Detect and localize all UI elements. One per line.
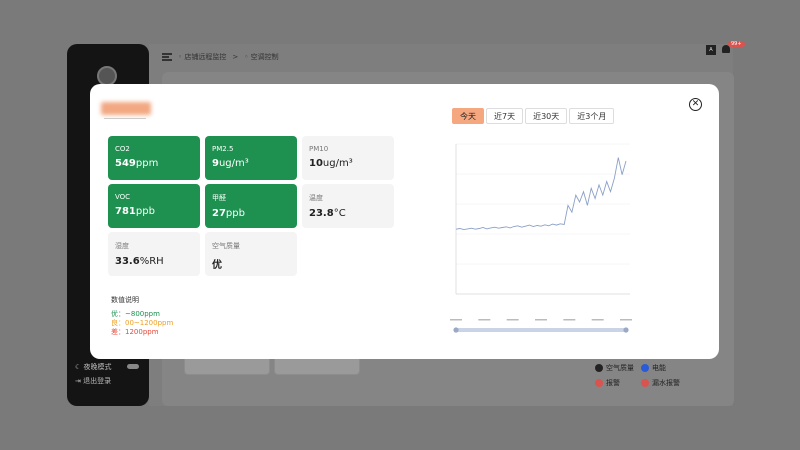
sensor-label: 空气质量 <box>212 242 240 250</box>
sensor-value: 10ug/m³ <box>309 158 387 169</box>
sensor-label: CO2 <box>115 145 130 153</box>
logout-item[interactable]: ⇥ 退出登录 <box>75 376 111 386</box>
sensor-tile: 湿度 33.6%RH <box>108 232 200 276</box>
legend-item[interactable]: 漏水报警 <box>641 378 691 388</box>
device-legend: 空气质量 电能 报警 漏水报警 <box>595 363 691 388</box>
title-underline <box>104 118 146 119</box>
x-tick-label <box>591 319 604 321</box>
language-icon[interactable]: A <box>706 45 716 55</box>
air-quality-modal: ✕ CO2 549ppm PM2.5 9ug/m³ PM10 10ug/m³ VOC 781p… <box>90 84 719 359</box>
trend-chart <box>450 143 632 333</box>
chart-grid <box>456 143 630 295</box>
sensor-tile: VOC 781ppb <box>108 184 200 228</box>
x-tick-label <box>563 319 576 321</box>
sensor-tile: 温度 23.8°C <box>302 184 394 228</box>
breadcrumb-item-store[interactable]: ◦ 店铺远程监控 <box>178 52 226 62</box>
x-tick-label <box>535 319 547 321</box>
sensor-number: 优 <box>212 260 222 271</box>
sensor-label: VOC <box>115 193 131 201</box>
sensor-value: 27ppb <box>212 208 290 219</box>
avatar[interactable] <box>97 66 117 86</box>
sensor-unit: ppb <box>225 208 245 219</box>
tab-today[interactable]: 今天 <box>452 108 484 124</box>
x-tick-label <box>620 319 632 321</box>
series-line <box>455 157 627 231</box>
moon-icon: ☾ <box>75 363 84 371</box>
breadcrumb-item-ac[interactable]: ◦ 空调控制 <box>244 52 278 62</box>
close-button[interactable]: ✕ <box>689 98 702 111</box>
zoom-handle-right[interactable] <box>623 327 629 333</box>
sensor-value: 9ug/m³ <box>212 158 290 169</box>
sensor-number: 549 <box>115 158 136 169</box>
x-ticks <box>450 319 632 321</box>
notification-badge: 99+ <box>728 41 745 47</box>
legend-item[interactable]: 空气质量 <box>595 363 641 373</box>
sensor-unit: %RH <box>139 256 164 267</box>
sensor-tile: 空气质量优 <box>205 232 297 276</box>
sensor-number: 10 <box>309 158 323 169</box>
sensor-tile: CO2 549ppm <box>108 136 200 180</box>
sensor-unit: ug/m³ <box>218 158 249 169</box>
tab-3-months[interactable]: 近3个月 <box>569 108 615 124</box>
logout-icon: ⇥ <box>75 377 84 385</box>
air-quality-icon <box>595 364 603 372</box>
sensor-number: 23.8 <box>309 208 334 219</box>
sensor-label: PM2.5 <box>212 145 234 153</box>
sensor-unit: ppm <box>135 158 159 169</box>
sensor-tile: PM10 10ug/m³ <box>302 136 394 180</box>
sensor-value: 优 <box>212 256 290 271</box>
sensor-label: 湿度 <box>115 242 129 250</box>
logout-label: 退出登录 <box>83 377 112 385</box>
sensor-label: 温度 <box>309 194 323 202</box>
sensor-unit: ug/m³ <box>322 158 353 169</box>
breadcrumb: ◦ 店铺远程监控 > ◦ 空调控制 <box>162 50 279 64</box>
sensor-number: 33.6 <box>115 256 140 267</box>
sensor-unit: ppb <box>135 206 155 217</box>
x-tick-label <box>506 319 519 321</box>
sensor-number: 781 <box>115 206 136 217</box>
description-poor: 差：1200ppm <box>111 328 159 336</box>
x-tick-label <box>450 319 462 321</box>
legend-item[interactable]: 电能 <box>641 363 691 373</box>
alarm-icon <box>595 379 603 387</box>
breadcrumb-separator: > <box>232 53 239 61</box>
notification-button[interactable]: 99+ <box>722 41 745 55</box>
range-tabs: 今天 近7天 近30天 近3个月 <box>452 108 615 124</box>
sensor-value: 549ppm <box>115 158 193 169</box>
sensor-value: 23.8°C <box>309 208 387 219</box>
sensor-number: 9 <box>212 158 219 169</box>
night-mode-toggle[interactable] <box>127 364 139 369</box>
power-icon <box>641 364 649 372</box>
sensor-label: PM10 <box>309 145 329 153</box>
night-mode-item[interactable]: ☾ 夜晚模式 <box>75 362 145 372</box>
water-leak-icon <box>641 379 649 387</box>
sensor-value: 33.6%RH <box>115 256 193 267</box>
tab-30-days[interactable]: 近30天 <box>525 108 568 124</box>
description-title: 数值说明 <box>111 296 139 304</box>
sensor-label: 甲醛 <box>212 194 226 202</box>
sensor-tile: 甲醛 27ppb <box>205 184 297 228</box>
header-actions: A 99+ <box>706 41 745 55</box>
close-icon: ✕ <box>691 99 700 109</box>
zoom-slider[interactable] <box>456 328 626 332</box>
sensor-number: 27 <box>212 208 226 219</box>
x-tick-label <box>478 319 491 321</box>
menu-icon[interactable] <box>162 53 172 61</box>
sensor-value: 781ppb <box>115 206 193 217</box>
zoom-handle-left[interactable] <box>453 327 459 333</box>
tab-7-days[interactable]: 近7天 <box>486 108 524 124</box>
store-name-redacted <box>101 102 151 115</box>
sensor-unit: °C <box>333 208 346 219</box>
night-mode-label: 夜晚模式 <box>83 363 112 371</box>
legend-item[interactable]: 报警 <box>595 378 641 388</box>
sensor-tile: PM2.5 9ug/m³ <box>205 136 297 180</box>
